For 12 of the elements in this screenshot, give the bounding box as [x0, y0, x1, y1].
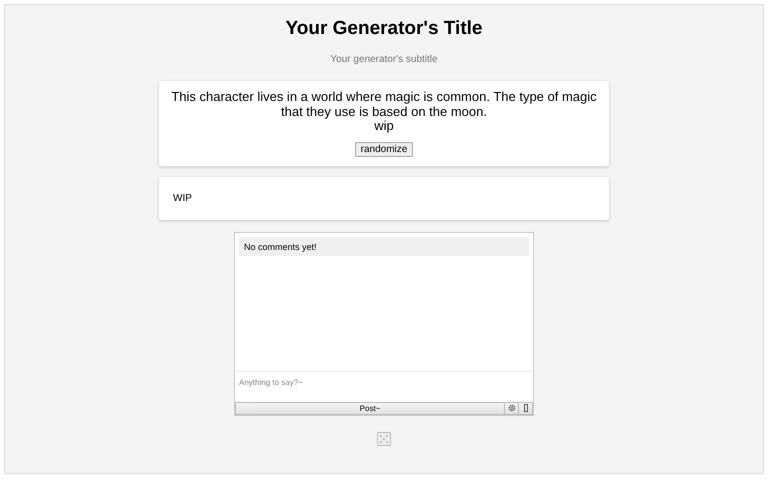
notes-text: WIP [173, 192, 192, 204]
post-button[interactable]: Post~ [235, 402, 505, 414]
panel-button[interactable] [519, 402, 533, 414]
settings-icon [508, 404, 516, 412]
page-title: Your Generator's Title [285, 18, 483, 40]
empty-comments-message: No comments yet! [239, 236, 529, 256]
randomize-button[interactable]: randomize [354, 142, 414, 156]
settings-button[interactable] [505, 402, 519, 414]
output-text: wip [374, 119, 394, 134]
rectangle-icon [524, 404, 528, 412]
page-subtitle: Your generator's subtitle [330, 54, 438, 65]
output-text: This character lives in a world where magic is common. The type of magic that they use is based on the moon. [170, 90, 598, 119]
